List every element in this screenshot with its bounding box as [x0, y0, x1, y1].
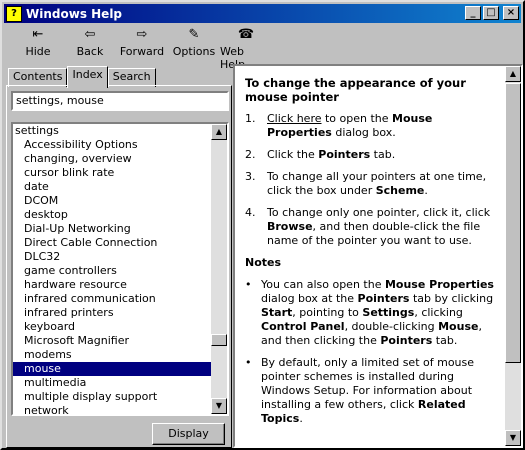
hide-label: Hide [25, 45, 51, 58]
note-2: • By default, only a limited set of mous… [245, 356, 475, 425]
topic-scroll-up-button[interactable]: ▲ [505, 66, 521, 82]
topic-scroll-down-button[interactable]: ▼ [505, 430, 521, 446]
close-button[interactable]: × [503, 6, 519, 20]
step-bold: Pointers [318, 148, 371, 161]
index-list-item[interactable]: infrared communication [13, 292, 211, 306]
options-button[interactable]: ✎ Options [168, 25, 220, 61]
scroll-up-button[interactable]: ▲ [211, 124, 227, 140]
topic-scrollbar[interactable]: ▲ ▼ [505, 66, 521, 446]
index-list-item[interactable]: settings [13, 124, 211, 138]
note-1: • You can also open the Mouse Properties… [245, 278, 494, 347]
index-list-item[interactable]: modems [13, 348, 211, 362]
maximize-button[interactable]: □ [483, 6, 499, 20]
forward-arrow-icon: ⇨ [136, 27, 148, 42]
step-bold: Scheme [375, 184, 425, 197]
topic-scroll-thumb[interactable] [505, 83, 521, 363]
web-help-button[interactable]: ☎ Web Help [220, 25, 272, 71]
topic-content: To change the appearance of your mouse p… [245, 76, 499, 434]
nav-tabs: Contents Index Search [8, 66, 156, 88]
notes-heading: Notes [245, 256, 282, 269]
window-title: Windows Help [26, 6, 123, 21]
index-list-item[interactable]: Direct Cable Connection [13, 236, 211, 250]
options-label: Options [172, 45, 216, 58]
step-text: to open the [321, 112, 393, 125]
index-list-item[interactable]: Accessibility Options [13, 138, 211, 152]
index-list-item[interactable]: hardware resource [13, 278, 211, 292]
index-list-item[interactable]: multimedia [13, 376, 211, 390]
scroll-down-button[interactable]: ▼ [211, 398, 227, 414]
back-label: Back [76, 45, 104, 58]
click-here-link[interactable]: Click here [267, 112, 322, 125]
navigation-pane: Contents Index Search settings, mouse se… [6, 64, 232, 448]
help-window: ? Windows Help _ □ × ⇤ Hide ⇦ Back ⇨ For… [0, 0, 525, 450]
scroll-thumb[interactable] [211, 334, 227, 346]
index-list[interactable]: settings Accessibility Options changing, o… [11, 122, 229, 416]
index-list-item[interactable]: Dial-Up Networking [13, 222, 211, 236]
step-text: dialog box. [331, 126, 396, 139]
step-text: To change only one pointer, click it, cl… [267, 206, 491, 219]
title-bar[interactable]: ? Windows Help _ □ × [4, 4, 521, 23]
step-text: . [424, 184, 428, 197]
index-keyword-input[interactable]: settings, mouse [11, 91, 229, 111]
step-3: 3. To change all your pointers at one ti… [245, 170, 487, 197]
step-1: 1. Click here to open the Mouse Properti… [245, 112, 433, 139]
web-help-icon: ☎ [237, 27, 255, 42]
display-button[interactable]: Display [152, 423, 225, 445]
forward-label: Forward [119, 45, 165, 58]
index-list-item[interactable]: cursor blink rate [13, 166, 211, 180]
tab-index[interactable]: Index [67, 66, 108, 88]
step-2: 2. Click the Pointers tab. [245, 148, 396, 161]
topic-heading: To change the appearance of your mouse p… [245, 76, 466, 104]
back-button[interactable]: ⇦ Back [64, 25, 116, 61]
hide-icon: ⇤ [32, 27, 44, 42]
step-text: Click the [267, 148, 319, 161]
back-arrow-icon: ⇦ [84, 27, 96, 42]
index-list-item[interactable]: DCOM [13, 194, 211, 208]
index-list-item[interactable]: mouse [13, 362, 211, 376]
options-icon: ✎ [188, 27, 200, 42]
step-bold: Browse [267, 220, 313, 233]
forward-button[interactable]: ⇨ Forward [116, 25, 168, 61]
step-4: 4. To change only one pointer, click it,… [245, 206, 491, 247]
index-list-item[interactable]: infrared printers [13, 306, 211, 320]
hide-button[interactable]: ⇤ Hide [12, 25, 64, 61]
index-scrollbar[interactable]: ▲ ▼ [211, 124, 227, 414]
index-list-item[interactable]: date [13, 180, 211, 194]
toolbar: ⇤ Hide ⇦ Back ⇨ Forward ✎ Options ☎ Web … [4, 25, 521, 71]
index-list-item[interactable]: desktop [13, 208, 211, 222]
minimize-button[interactable]: _ [465, 6, 481, 20]
step-text: tab. [370, 148, 396, 161]
index-panel: settings, mouse settings Accessibility Op… [6, 85, 232, 448]
index-list-item[interactable]: Microsoft Magnifier [13, 334, 211, 348]
index-list-item[interactable]: multiple display support [13, 390, 211, 404]
index-list-item[interactable]: network [13, 404, 211, 414]
index-list-item[interactable]: keyboard [13, 320, 211, 334]
topic-pane: To change the appearance of your mouse p… [233, 64, 523, 448]
index-list-item[interactable]: DLC32 [13, 250, 211, 264]
index-list-item[interactable]: changing, overview [13, 152, 211, 166]
help-book-icon: ? [6, 5, 22, 22]
index-list-item[interactable]: game controllers [13, 264, 211, 278]
